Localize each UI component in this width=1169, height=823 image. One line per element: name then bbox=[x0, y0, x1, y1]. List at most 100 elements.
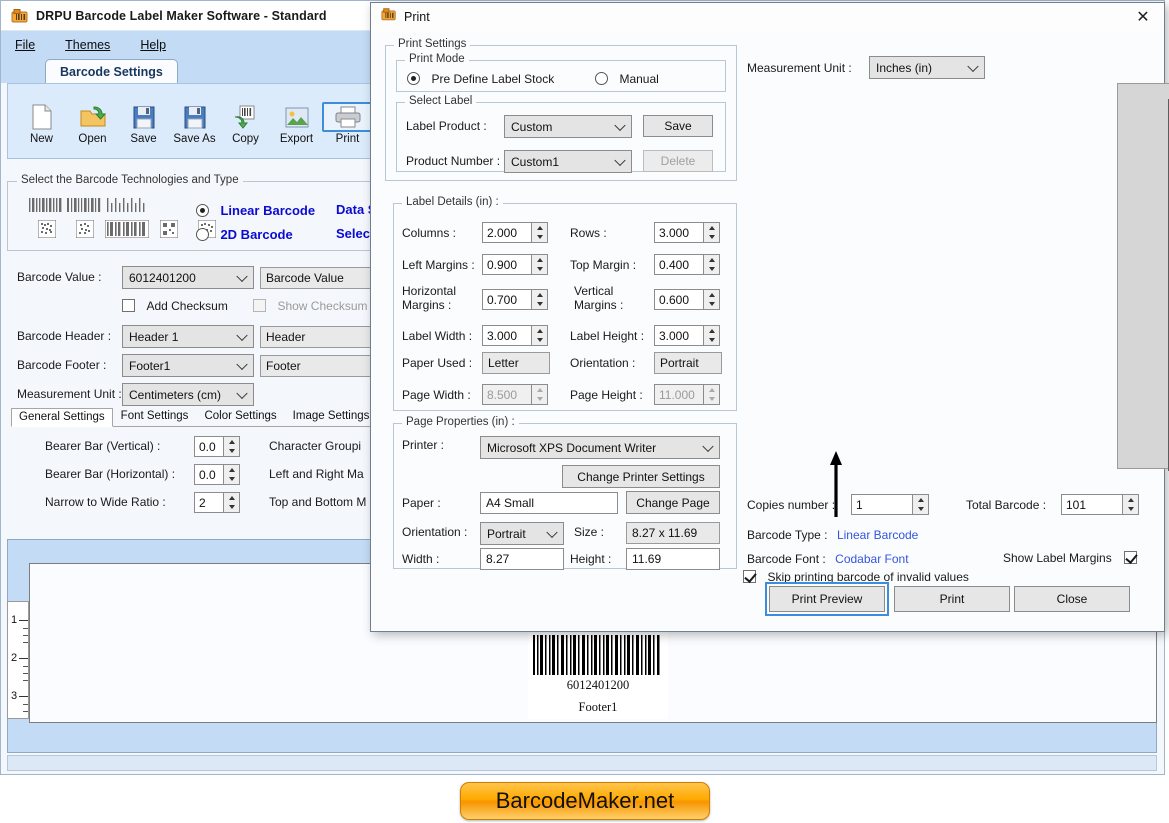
barcode-footer-combo[interactable]: Footer1 bbox=[122, 354, 254, 377]
spin-up-icon[interactable] bbox=[704, 255, 719, 265]
label-width-spinner[interactable]: 3.000 bbox=[482, 325, 548, 346]
bearer-bar-vertical-spinner[interactable]: 0.0 bbox=[194, 436, 240, 457]
horizontal-margins-value[interactable]: 0.700 bbox=[482, 289, 532, 310]
bearer-bar-horizontal-value[interactable]: 0.0 bbox=[194, 464, 224, 485]
show-label-margins-checkbox[interactable] bbox=[1124, 551, 1138, 565]
total-barcode-spin-buttons[interactable] bbox=[1123, 494, 1139, 515]
menu-file[interactable]: File bbox=[15, 38, 35, 52]
bearer-bar-vertical-spin-buttons[interactable] bbox=[224, 436, 240, 457]
print-button[interactable]: Print bbox=[894, 586, 1010, 612]
tab-color-settings[interactable]: Color Settings bbox=[196, 407, 284, 426]
copies-spin-buttons[interactable] bbox=[913, 494, 929, 515]
add-checksum-checkbox[interactable] bbox=[122, 299, 135, 313]
footer-caption-field[interactable]: Footer bbox=[260, 355, 380, 377]
select-type-link[interactable]: Select bbox=[336, 226, 374, 241]
product-number-combo[interactable]: Custom1 bbox=[504, 150, 632, 173]
change-page-button[interactable]: Change Page bbox=[626, 491, 720, 514]
spin-up-icon[interactable] bbox=[532, 255, 547, 265]
mode-predefine-radio[interactable] bbox=[407, 72, 420, 86]
twod-barcode-radio-row[interactable]: 2D Barcode bbox=[196, 226, 293, 244]
spin-up-icon[interactable] bbox=[224, 465, 239, 475]
print-preview-button[interactable]: Print Preview bbox=[765, 582, 889, 616]
spin-down-icon[interactable] bbox=[704, 233, 719, 243]
narrow-to-wide-ratio-value[interactable]: 2 bbox=[194, 492, 224, 513]
spin-down-icon[interactable] bbox=[224, 447, 239, 457]
spin-down-icon[interactable] bbox=[913, 505, 928, 515]
label-height-value[interactable]: 3.000 bbox=[654, 325, 704, 346]
spin-down-icon[interactable] bbox=[532, 233, 547, 243]
bearer-bar-horizontal-spinner[interactable]: 0.0 bbox=[194, 464, 240, 485]
top-margin-spin-buttons[interactable] bbox=[704, 254, 720, 275]
close-icon[interactable]: ✕ bbox=[1134, 9, 1152, 27]
tab-general-settings[interactable]: General Settings bbox=[11, 408, 113, 427]
tool-print[interactable]: Print bbox=[322, 100, 373, 145]
label-height-spinner[interactable]: 3.000 bbox=[654, 325, 720, 346]
spin-up-icon[interactable] bbox=[704, 290, 719, 300]
design-barcode-label[interactable]: 6012401200 Footer1 bbox=[528, 629, 668, 719]
close-button[interactable]: Close bbox=[1014, 586, 1130, 612]
mode-predefine-row[interactable]: Pre Define Label Stock bbox=[407, 70, 554, 88]
mode-manual-row[interactable]: Manual bbox=[595, 70, 659, 88]
barcode-value-combo[interactable]: 6012401200 bbox=[122, 266, 254, 289]
narrow-to-wide-ratio-spinner[interactable]: 2 bbox=[194, 492, 240, 513]
spin-up-icon[interactable] bbox=[224, 437, 239, 447]
vertical-margins-spin-buttons[interactable] bbox=[704, 289, 720, 310]
barcode-value-caption-field[interactable]: Barcode Value bbox=[260, 267, 380, 289]
tab-font-settings[interactable]: Font Settings bbox=[113, 407, 197, 426]
rows-value[interactable]: 3.000 bbox=[654, 222, 704, 243]
height-field[interactable]: 11.69 bbox=[626, 548, 720, 570]
spin-up-icon[interactable] bbox=[704, 326, 719, 336]
spin-up-icon[interactable] bbox=[704, 223, 719, 233]
spin-down-icon[interactable] bbox=[1123, 505, 1138, 515]
spin-down-icon[interactable] bbox=[704, 300, 719, 310]
top-margin-value[interactable]: 0.400 bbox=[654, 254, 704, 275]
left-margins-spin-buttons[interactable] bbox=[532, 254, 548, 275]
rows-spin-buttons[interactable] bbox=[704, 222, 720, 243]
tool-save[interactable]: Save bbox=[118, 100, 169, 145]
skip-printing-row[interactable]: Skip printing barcode of invalid values bbox=[743, 568, 969, 586]
horizontal-margins-spin-buttons[interactable] bbox=[532, 289, 548, 310]
copies-number-spinner[interactable]: 1 bbox=[851, 494, 929, 515]
vertical-margins-spinner[interactable]: 0.600 bbox=[654, 289, 720, 310]
dialog-measurement-unit-combo[interactable]: Inches (in) bbox=[869, 56, 985, 79]
tool-save-as[interactable]: Save As bbox=[169, 100, 220, 145]
barcode-header-combo[interactable]: Header 1 bbox=[122, 325, 254, 348]
columns-spin-buttons[interactable] bbox=[532, 222, 548, 243]
spin-up-icon[interactable] bbox=[1123, 495, 1138, 505]
spin-up-icon[interactable] bbox=[224, 493, 239, 503]
label-width-value[interactable]: 3.000 bbox=[482, 325, 532, 346]
copies-number-value[interactable]: 1 bbox=[851, 494, 913, 515]
bearer-bar-vertical-value[interactable]: 0.0 bbox=[194, 436, 224, 457]
tool-open[interactable]: Open bbox=[67, 100, 118, 145]
spin-up-icon[interactable] bbox=[532, 326, 547, 336]
spin-up-icon[interactable] bbox=[532, 290, 547, 300]
spin-down-icon[interactable] bbox=[704, 265, 719, 275]
measurement-unit-combo[interactable]: Centimeters (cm) bbox=[122, 383, 254, 406]
pp-orientation-combo[interactable]: Portrait bbox=[480, 522, 564, 545]
linear-barcode-radio-row[interactable]: Linear Barcode bbox=[196, 202, 315, 220]
spin-down-icon[interactable] bbox=[224, 475, 239, 485]
columns-spinner[interactable]: 2.000 bbox=[482, 222, 548, 243]
show-label-margins-row[interactable]: Show Label Margins bbox=[1003, 549, 1138, 567]
save-button[interactable]: Save bbox=[643, 115, 713, 137]
twod-barcode-radio[interactable] bbox=[196, 228, 209, 242]
spin-down-icon[interactable] bbox=[532, 336, 547, 346]
total-barcode-spinner[interactable]: 101 bbox=[1061, 494, 1139, 515]
tool-export[interactable]: Export bbox=[271, 100, 322, 145]
left-margins-value[interactable]: 0.900 bbox=[482, 254, 532, 275]
vertical-margins-value[interactable]: 0.600 bbox=[654, 289, 704, 310]
spin-down-icon[interactable] bbox=[704, 336, 719, 346]
left-margins-spinner[interactable]: 0.900 bbox=[482, 254, 548, 275]
spin-up-icon[interactable] bbox=[532, 223, 547, 233]
printer-combo[interactable]: Microsoft XPS Document Writer bbox=[480, 436, 720, 459]
print-preview-panel[interactable]: Header 1 6012401200 Footer1 Header 2 601… bbox=[1117, 83, 1169, 471]
menu-themes[interactable]: Themes bbox=[65, 38, 110, 52]
narrow-to-wide-spin-buttons[interactable] bbox=[224, 492, 240, 513]
columns-value[interactable]: 2.000 bbox=[482, 222, 532, 243]
label-width-spin-buttons[interactable] bbox=[532, 325, 548, 346]
menu-help[interactable]: Help bbox=[140, 38, 166, 52]
paper-field[interactable]: A4 Small bbox=[480, 492, 618, 514]
spin-down-icon[interactable] bbox=[224, 503, 239, 513]
label-product-combo[interactable]: Custom bbox=[504, 115, 632, 138]
spin-up-icon[interactable] bbox=[913, 495, 928, 505]
